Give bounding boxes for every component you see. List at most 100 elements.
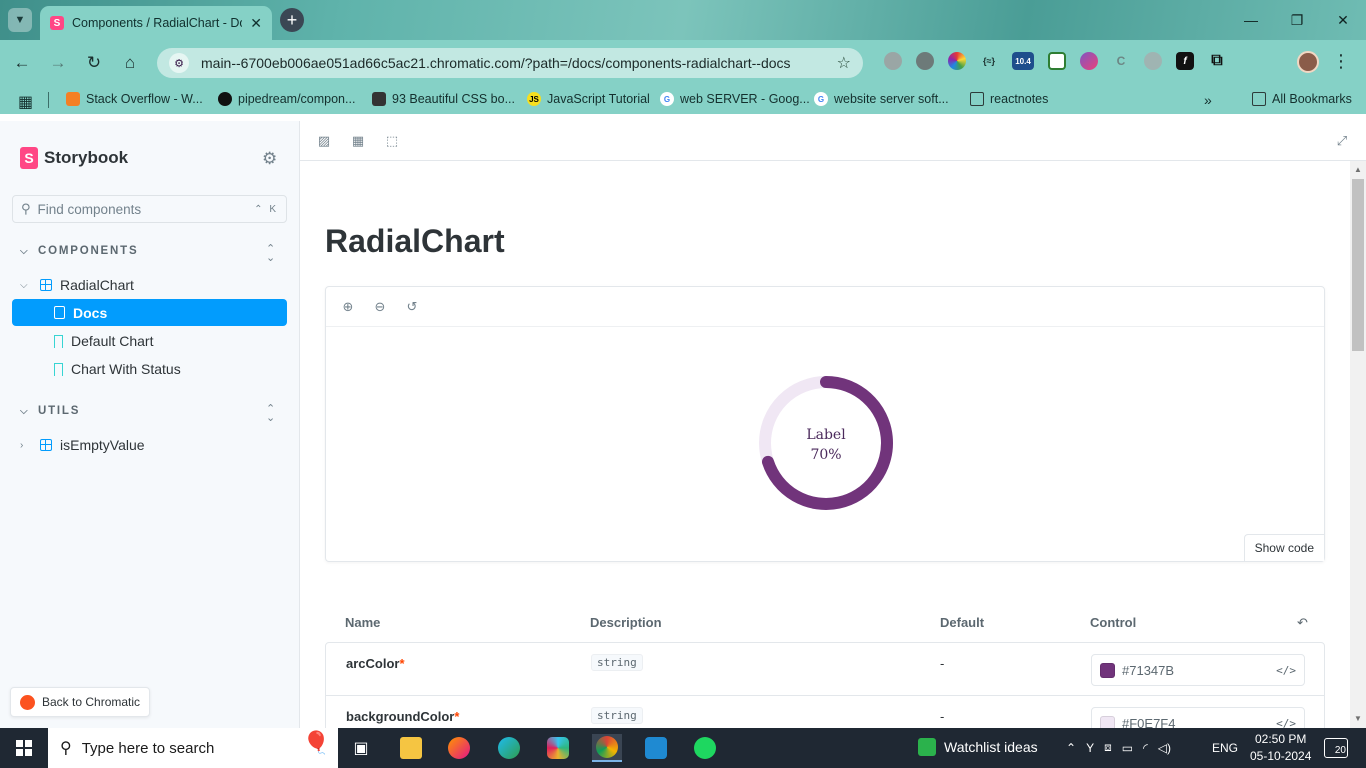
edge-icon[interactable] [494, 734, 524, 762]
json-icon[interactable]: {≈} [980, 52, 998, 70]
vscode-icon[interactable] [641, 734, 671, 762]
sidebar-item-isemptyvalue[interactable]: › isEmptyValue [20, 437, 145, 453]
brand-name: Storybook [44, 148, 129, 167]
expand-all-icon[interactable]: ⌃ ⌄ [266, 404, 275, 424]
arg-default: - [940, 656, 945, 671]
image-icon[interactable]: ▨ [316, 133, 332, 149]
restore-icon[interactable]: ❐ [1274, 0, 1320, 40]
scrollbar[interactable]: ▲ ▼ [1350, 161, 1366, 728]
color-swatch[interactable] [1100, 662, 1115, 678]
fx-icon[interactable]: f [1176, 52, 1194, 70]
sidebar-item-docs[interactable]: Docs [12, 299, 287, 326]
gradient-icon[interactable] [1080, 52, 1098, 70]
site-info-icon[interactable]: ⚙ [169, 53, 189, 73]
taskbar-clock[interactable]: 02:50 PM 05-10-2024 [1250, 731, 1311, 765]
sidebar-item-radialchart[interactable]: ⌵ RadialChart [20, 277, 134, 293]
all-bookmarks[interactable]: All Bookmarks [1252, 92, 1352, 106]
circle-icon[interactable] [1144, 52, 1162, 70]
windows-start-icon[interactable] [16, 740, 32, 756]
watchlist-widget[interactable]: Watchlist ideas [918, 738, 1038, 756]
firefox-icon[interactable] [444, 734, 474, 762]
apps-grid-icon[interactable]: ▦ [18, 92, 33, 112]
windows-taskbar: ⚲ Type here to search 🎈 ▣ Watchlist idea… [0, 728, 1366, 768]
back-arrow-icon[interactable]: ← [10, 51, 34, 75]
zoom-out-icon[interactable]: ⊖ [372, 299, 388, 315]
color-value[interactable]: #71347B [1122, 663, 1269, 678]
back-button-label: Back to Chromatic [42, 695, 141, 709]
bookmark-item[interactable]: Stack Overflow - W... [66, 92, 203, 106]
sidebar-item-default-chart[interactable]: Default Chart [54, 333, 153, 349]
storybook-logo-icon: S [20, 147, 38, 169]
volume-icon[interactable]: ◁) [1158, 741, 1171, 755]
sidebar-item-chart-with-status[interactable]: Chart With Status [54, 361, 181, 377]
address-bar[interactable]: ⚙ main--6700eb006ae051ad66c5ac21.chromat… [157, 48, 863, 78]
language-indicator[interactable]: ENG [1212, 741, 1238, 755]
color-wheel-icon[interactable] [948, 52, 966, 70]
chevron-down-icon: ⌵ [20, 405, 30, 417]
bookmark-item[interactable]: JS JavaScript Tutorial [527, 92, 650, 106]
outline-icon[interactable]: ⬚ [384, 133, 400, 149]
battery-icon[interactable]: ▭ [1122, 741, 1133, 755]
spotify-icon[interactable] [690, 734, 720, 762]
close-tab-icon[interactable]: ✕ [250, 15, 262, 32]
url-text[interactable]: main--6700eb006ae051ad66c5ac21.chromatic… [201, 55, 825, 71]
scroll-up-icon[interactable]: ▲ [1354, 165, 1362, 174]
zoom-in-icon[interactable]: ⊕ [340, 299, 356, 315]
group-utils[interactable]: ⌵ UTILS [20, 405, 80, 417]
bug-icon[interactable] [916, 52, 934, 70]
task-view-icon[interactable]: ▣ [346, 734, 376, 762]
reload-icon[interactable]: ↻ [82, 51, 106, 75]
reset-controls-icon[interactable]: ↶ [1297, 615, 1308, 631]
scroll-thumb[interactable] [1352, 179, 1364, 351]
browser-tab-active[interactable]: S Components / RadialChart - Do ✕ [40, 6, 272, 40]
search-components-input[interactable]: ⚲ Find components ⌃ K [12, 195, 287, 223]
bookmark-item[interactable]: pipedream/compon... [218, 92, 355, 106]
search-highlight-icon: 🎈 [302, 730, 330, 755]
home-icon[interactable]: ⌂ [118, 51, 142, 75]
puzzle-c-icon[interactable]: C [1112, 52, 1130, 70]
show-code-button[interactable]: Show code [1243, 534, 1324, 561]
bookmark-item[interactable]: 93 Beautiful CSS bo... [372, 92, 515, 106]
show-hidden-icons-icon[interactable]: ⌃ [1066, 741, 1076, 755]
badge-10.4-icon[interactable]: 10.4 [1012, 52, 1034, 70]
collapse-all-icon[interactable]: ⌃ ⌄ [266, 244, 275, 264]
file-explorer-icon[interactable] [396, 734, 426, 762]
slack-icon[interactable] [543, 734, 573, 762]
meet-icon[interactable]: ⧈ [1104, 740, 1112, 755]
browser-menu-icon[interactable]: ⋮ [1332, 51, 1350, 72]
extensions-icon[interactable]: ⧉ [1208, 52, 1226, 70]
zoom-reset-icon[interactable]: ↺ [404, 299, 420, 315]
fullscreen-icon[interactable]: ⤢ [1334, 133, 1350, 149]
radial-chart-value: 70% [810, 447, 842, 463]
widget-label: Watchlist ideas [944, 739, 1038, 755]
more-bookmarks-icon[interactable]: » [1204, 92, 1212, 108]
document-icon [54, 306, 65, 319]
new-tab-button[interactable]: + [280, 8, 304, 32]
settings-gear-icon[interactable]: ⚙ [262, 149, 277, 169]
tab-search-button[interactable]: ▼ [8, 8, 32, 32]
color-control[interactable]: #71347B </> [1091, 654, 1305, 686]
scroll-down-icon[interactable]: ▼ [1354, 714, 1362, 723]
group-components[interactable]: ⌵ COMPONENTS [20, 245, 138, 257]
wifi-icon[interactable]: ◜ [1143, 741, 1148, 755]
storybook-logo[interactable]: S Storybook [20, 147, 128, 169]
profile-avatar[interactable] [1297, 51, 1319, 73]
tray-app-icon[interactable]: Y [1086, 741, 1094, 755]
code-toggle-icon[interactable]: </> [1276, 664, 1296, 677]
bookmark-item[interactable]: G website server soft... [814, 92, 949, 106]
bookmark-label: website server soft... [834, 92, 949, 106]
close-window-icon[interactable]: ✕ [1320, 0, 1366, 40]
arg-name-text: arcColor [346, 656, 400, 671]
bookmark-item[interactable]: G web SERVER - Goog... [660, 92, 810, 106]
taskbar-search-input[interactable]: ⚲ Type here to search 🎈 [48, 728, 338, 768]
bookmark-item[interactable]: reactnotes [970, 92, 1048, 106]
minimize-icon[interactable]: — [1228, 0, 1274, 40]
forward-arrow-icon[interactable]: → [46, 51, 70, 75]
notifications-icon[interactable]: 20 [1324, 738, 1348, 758]
chrome-icon[interactable] [592, 734, 622, 762]
sheets-icon[interactable] [1048, 52, 1066, 70]
back-to-chromatic-button[interactable]: Back to Chromatic [10, 687, 151, 717]
bookmark-star-icon[interactable]: ☆ [837, 53, 851, 73]
webcam-icon[interactable] [884, 52, 902, 70]
grid-icon[interactable]: ▦ [350, 133, 366, 149]
